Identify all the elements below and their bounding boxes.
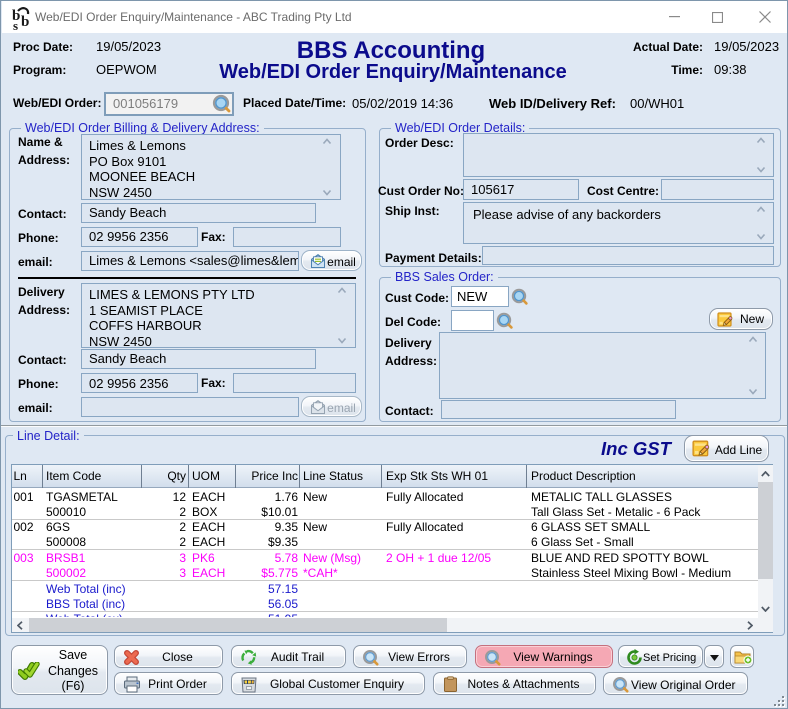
svg-text:s: s — [13, 18, 18, 30]
svg-text:b: b — [21, 14, 29, 30]
